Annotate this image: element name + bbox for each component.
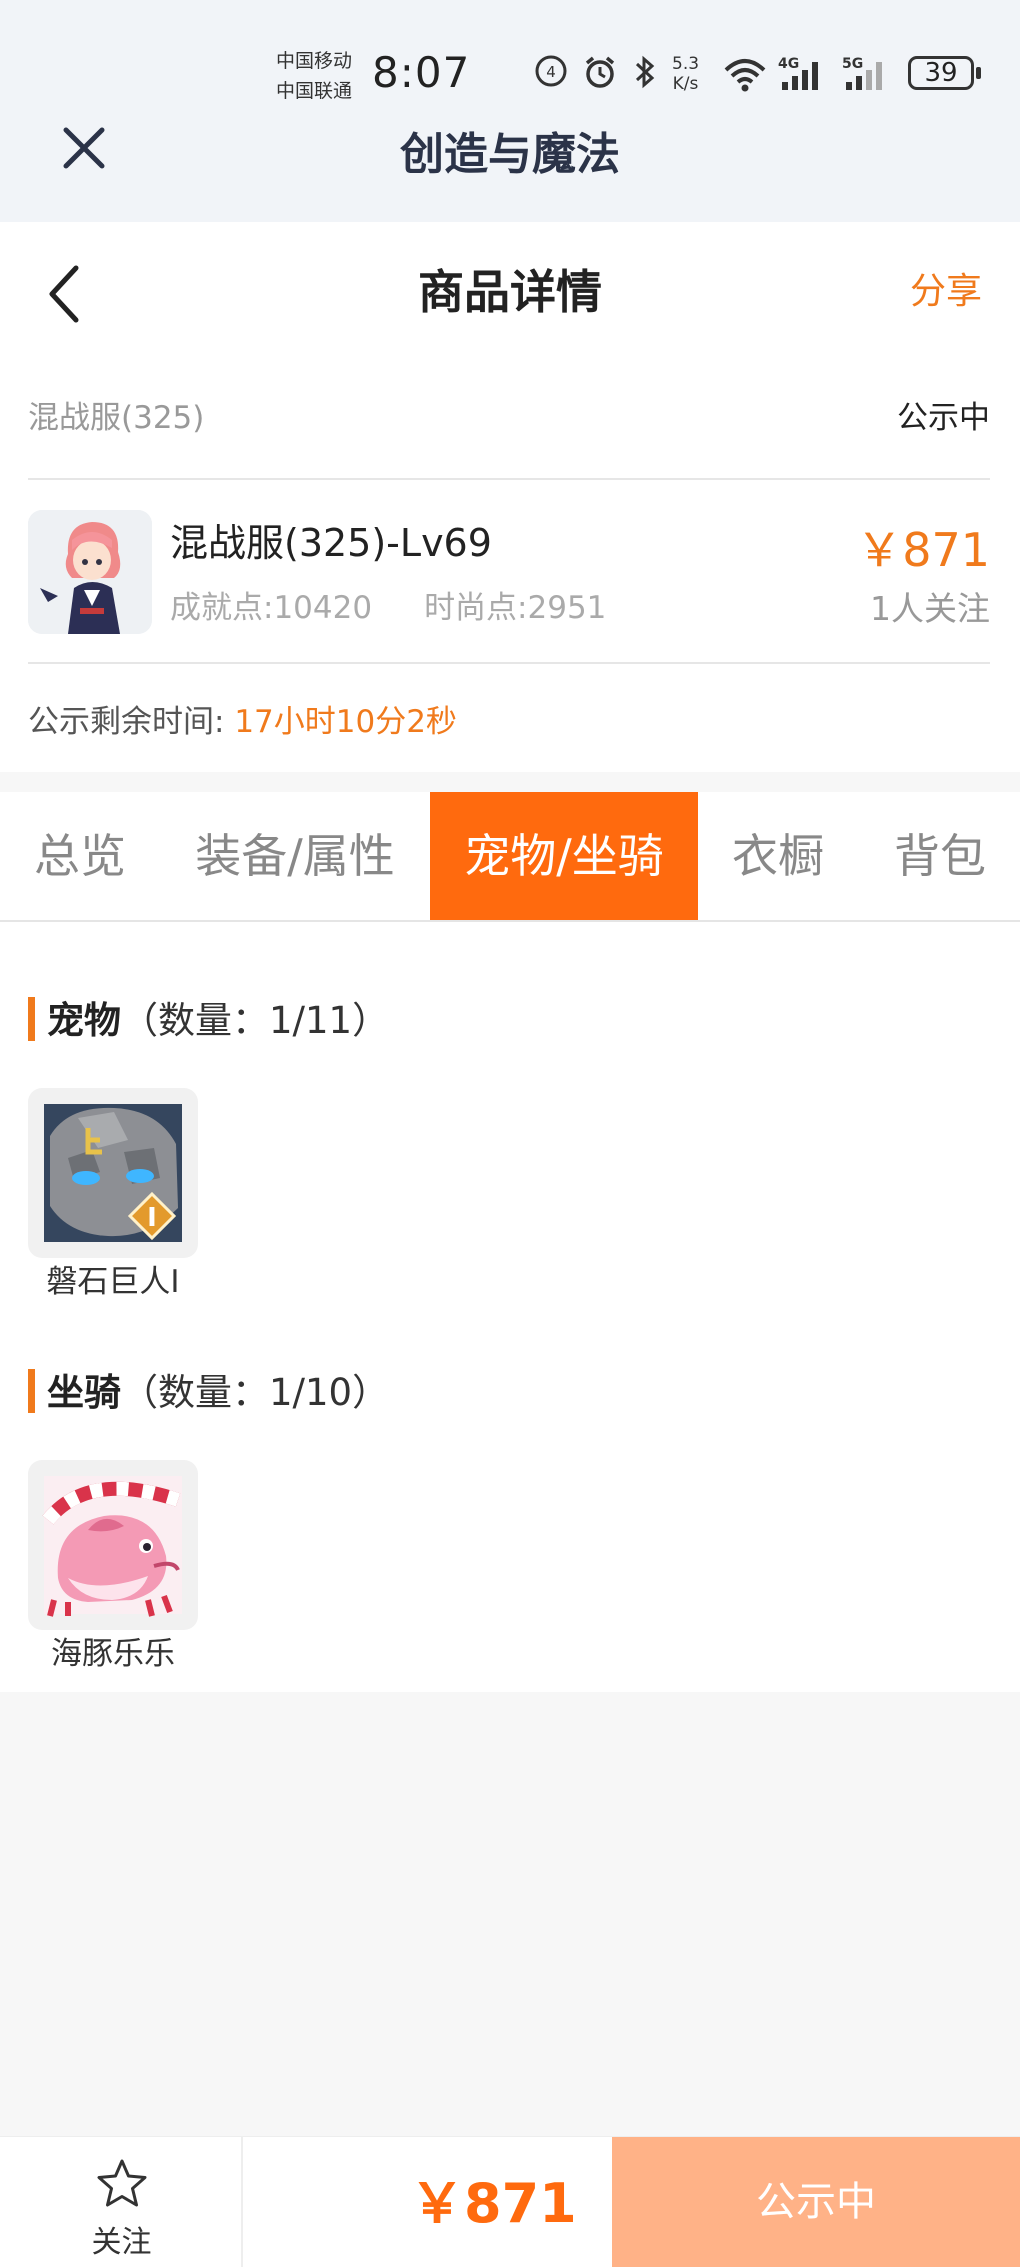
pet-name: 磐石巨人Ⅰ: [46, 1264, 180, 1300]
divider: [28, 478, 990, 480]
top-bar: 中国移动 中国联通 8:07 4 5.3 K/s 4G 5G 39 创造与魔法: [0, 0, 1020, 222]
signal-4g-icon: 4G: [778, 56, 818, 90]
share-button[interactable]: 分享: [910, 262, 982, 314]
follow-label: 关注: [91, 2225, 152, 2260]
mini-app-title: 创造与魔法: [400, 129, 620, 180]
bluetooth-icon: [635, 55, 655, 89]
tab-backpack[interactable]: 背包: [866, 792, 1014, 920]
tab-overview[interactable]: 总览: [0, 792, 160, 920]
item-stats: 成就点:10420 时尚点:2951: [170, 582, 606, 627]
carrier-2: 中国联通: [276, 80, 353, 102]
section-marker: [28, 997, 35, 1041]
tab-equipment[interactable]: 装备/属性: [176, 792, 414, 920]
clock: 8:07: [372, 48, 471, 97]
alarm-icon: [585, 56, 615, 88]
item-name: 混战服(325)-Lv69: [170, 521, 492, 565]
server-label: 混战服(325): [28, 400, 205, 436]
follower-count: 1人关注: [870, 589, 990, 628]
pets-title: 宠物: [47, 999, 121, 1042]
net-speed-unit: K/s: [672, 74, 699, 94]
net-speed: 5.3 K/s: [672, 54, 699, 94]
signal-5g-icon: 5G: [842, 56, 882, 90]
mounts-section-title: 坐骑（数量：1/10）: [28, 1362, 389, 1416]
mount-name: 海豚乐乐: [51, 1636, 175, 1672]
character-portrait-icon: [28, 510, 152, 634]
pets-mounts-panel: 宠物（数量：1/11） I 磐石巨人Ⅰ 坐骑（数量：1/10） 海豚乐乐: [0, 922, 1020, 1692]
follow-button[interactable]: 关注: [0, 2137, 243, 2267]
remaining-time: 公示剩余时间: 17小时10分2秒: [28, 696, 457, 741]
pets-count: （数量：1/11）: [121, 999, 390, 1042]
character-avatar: [28, 510, 152, 634]
mount-item[interactable]: [28, 1460, 198, 1630]
section-marker: [28, 1369, 35, 1413]
svg-text:4: 4: [546, 63, 556, 81]
rock-giant-icon: I: [44, 1104, 182, 1242]
carrier-info: 中国移动 中国联通: [276, 46, 352, 106]
pet-grade-badge: I: [147, 1203, 157, 1233]
pets-section-title: 宠物（数量：1/11）: [28, 990, 389, 1044]
carrier-1: 中国移动: [276, 50, 353, 72]
remaining-time-value: 17小时10分2秒: [234, 704, 457, 740]
tab-bar: 总览 装备/属性 宠物/坐骑 衣橱 背包: [0, 792, 1020, 922]
star-icon: [97, 2159, 147, 2207]
net-speed-value: 5.3: [672, 54, 700, 74]
network-5g-label: 5G: [842, 56, 863, 72]
fashion-points: 时尚点:2951: [424, 590, 607, 626]
bottom-price: ￥871: [410, 2172, 577, 2235]
dolphin-icon: [42, 1476, 182, 1617]
page-title: 商品详情: [418, 265, 602, 319]
wifi-icon: [724, 59, 766, 92]
mounts-title: 坐骑: [47, 1371, 121, 1414]
network-4g-label: 4G: [778, 56, 799, 72]
bottom-action-bar: 关注 ￥871 公示中: [0, 2136, 1020, 2267]
status-bar: 中国移动 中国联通 8:07 4 5.3 K/s 4G 5G 39: [0, 40, 1020, 110]
achievement-points: 成就点:10420: [170, 590, 373, 626]
tab-wardrobe[interactable]: 衣橱: [706, 792, 850, 920]
divider: [28, 662, 990, 664]
listing-status: 公示中: [897, 400, 990, 436]
battery-indicator: 39: [908, 56, 981, 90]
listing-card: 商品详情 分享 混战服(325) 公示中 混战服(325)-Lv69 成就点:1…: [0, 222, 1020, 772]
hd-call-icon: 4: [535, 55, 567, 87]
remaining-time-label: 公示剩余时间:: [28, 704, 225, 740]
item-price: ￥871: [856, 523, 990, 577]
publicity-status-button[interactable]: 公示中: [612, 2137, 1020, 2267]
tab-pets-mounts[interactable]: 宠物/坐骑: [430, 792, 698, 920]
pet-item[interactable]: I: [28, 1088, 198, 1258]
mounts-count: （数量：1/10）: [121, 1371, 390, 1414]
